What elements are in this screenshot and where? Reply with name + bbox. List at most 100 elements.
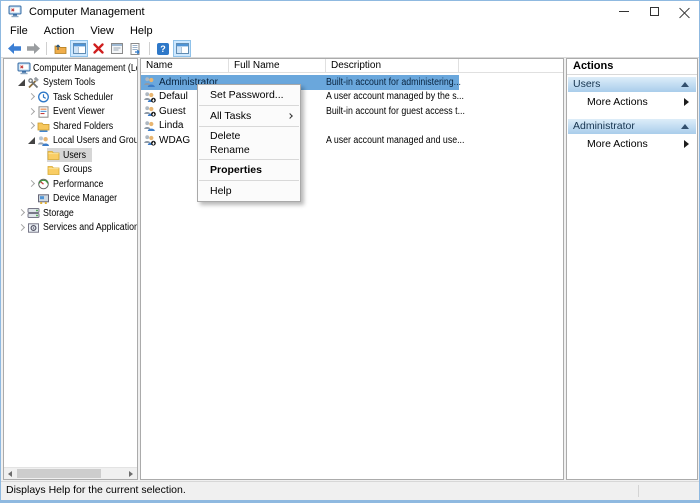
export-list-icon	[130, 43, 142, 55]
forward-arrow-button[interactable]	[24, 40, 42, 57]
tree-item-local-users-and-groups[interactable]: Local Users and Groups	[4, 134, 137, 149]
delete-button[interactable]	[89, 40, 107, 57]
tree-item-device-manager[interactable]: Device Manager	[4, 192, 137, 207]
tree-item-content[interactable]: System Tools	[27, 76, 105, 90]
column-header-full-name[interactable]: Full Name	[229, 59, 326, 72]
back-arrow-button[interactable]	[5, 40, 23, 57]
menu-item-delete[interactable]: Delete	[198, 129, 300, 143]
show-console-tree-icon	[73, 43, 86, 54]
help-button[interactable]: ?	[154, 40, 172, 57]
tree-item-content[interactable]: Services and Applications	[27, 221, 138, 235]
chevron-collapsed-icon[interactable]	[27, 121, 37, 131]
actions-section-header-users[interactable]: Users	[568, 77, 696, 92]
scroll-right-arrow-icon[interactable]	[125, 468, 137, 479]
scrollbar-thumb[interactable]	[17, 469, 101, 478]
chevron-expanded-icon[interactable]	[17, 78, 27, 88]
tree-item-content[interactable]: Task Scheduler	[37, 90, 124, 104]
tree-item-storage[interactable]: Storage	[4, 206, 137, 221]
user-icon	[143, 76, 157, 88]
close-icon	[679, 6, 690, 17]
tree-item-users[interactable]: Users	[4, 148, 137, 163]
submenu-right-arrow-icon	[684, 140, 689, 148]
main-area: Computer Management (Local System Tools Ta…	[1, 58, 699, 481]
tree-item-computer-management-local[interactable]: Computer Management (Local	[4, 61, 137, 76]
tree-item-shared-folders[interactable]: Shared Folders	[4, 119, 137, 134]
tree-item-content[interactable]: Device Manager	[37, 192, 129, 206]
tree-item-task-scheduler[interactable]: Task Scheduler	[4, 90, 137, 105]
show-action-pane-button[interactable]	[173, 40, 191, 57]
tree-item-label: Event Viewer	[53, 106, 105, 117]
show-console-tree-button[interactable]	[70, 40, 88, 57]
menu-item-help[interactable]: Help	[198, 183, 300, 199]
window-title: Computer Management	[29, 6, 145, 18]
menu-action[interactable]: Action	[42, 24, 83, 39]
toolbar: ?	[1, 40, 699, 58]
description-cell	[326, 120, 459, 131]
export-list-button[interactable]	[127, 40, 145, 57]
up-one-level-button[interactable]	[51, 40, 69, 57]
description-text: Built-in account for administering...	[326, 77, 461, 88]
chevron-collapsed-icon[interactable]	[17, 223, 27, 233]
chevron-collapsed-icon[interactable]	[17, 208, 27, 218]
folder-icon	[47, 149, 61, 162]
menu-item-rename[interactable]: Rename	[198, 143, 300, 157]
collapse-up-arrow-icon[interactable]	[681, 82, 689, 87]
chevron-collapsed-icon[interactable]	[27, 107, 37, 117]
menu-file[interactable]: File	[8, 24, 36, 39]
action-item-users-more-actions[interactable]: More Actions	[568, 92, 696, 112]
tree-item-content[interactable]: Local Users and Groups	[37, 134, 138, 148]
chevron-collapsed-icon[interactable]	[27, 92, 37, 102]
tree-item-content[interactable]: Shared Folders	[37, 119, 124, 133]
chevron-placeholder	[37, 165, 47, 175]
menu-item-properties[interactable]: Properties	[198, 162, 300, 178]
tree-item-label: Groups	[63, 164, 92, 175]
minimize-icon	[619, 11, 629, 12]
column-header-filler	[459, 59, 563, 72]
chevron-placeholder	[37, 150, 47, 160]
user-disabled-icon	[143, 134, 157, 146]
menu-item-label: Delete	[210, 130, 240, 142]
close-button[interactable]	[669, 1, 699, 22]
menu-item-label: All Tasks	[210, 110, 251, 122]
context-menu-separator	[199, 105, 299, 106]
menu-item-set-password[interactable]: Set Password...	[198, 87, 300, 103]
tree-item-performance[interactable]: Performance	[4, 177, 137, 192]
actions-section-header-administrator[interactable]: Administrator	[568, 119, 696, 134]
scroll-left-arrow-icon[interactable]	[4, 468, 16, 479]
tree-item-label: System Tools	[43, 77, 95, 88]
menu-help[interactable]: Help	[128, 24, 161, 39]
properties-button[interactable]	[108, 40, 126, 57]
user-disabled-icon	[143, 91, 157, 103]
minimize-button[interactable]	[609, 1, 639, 22]
collapse-up-arrow-icon[interactable]	[681, 124, 689, 129]
tree-item-system-tools[interactable]: System Tools	[4, 76, 137, 91]
menu-item-label: Rename	[210, 144, 250, 156]
tree-item-label: Services and Applications	[43, 222, 138, 233]
tree-horizontal-scrollbar[interactable]	[4, 467, 137, 479]
tree-item-content[interactable]: Storage	[27, 206, 81, 220]
event-viewer-icon	[37, 105, 51, 118]
tree-item-content[interactable]: Groups	[47, 163, 99, 177]
description-cell: Built-in account for guest access t...	[326, 106, 459, 117]
chevron-expanded-icon[interactable]	[27, 136, 37, 146]
description-text: A user account managed and use...	[326, 135, 464, 146]
column-header-description[interactable]: Description	[326, 59, 459, 72]
menu-item-label: Help	[210, 185, 232, 197]
tree-item-content[interactable]: Performance	[37, 177, 113, 191]
tree-item-label: Task Scheduler	[53, 92, 113, 103]
maximize-button[interactable]	[639, 1, 669, 22]
tree-selected-item[interactable]: Users	[47, 148, 92, 162]
column-header-name[interactable]: Name	[141, 59, 229, 72]
tree-item-event-viewer[interactable]: Event Viewer	[4, 105, 137, 120]
tree-item-content[interactable]: Computer Management (Local	[17, 61, 138, 75]
action-item-administrator-more-actions[interactable]: More Actions	[568, 134, 696, 154]
delete-icon	[93, 43, 104, 54]
status-bar-divider	[638, 485, 639, 497]
menu-view[interactable]: View	[88, 24, 122, 39]
tree-item-groups[interactable]: Groups	[4, 163, 137, 178]
tree-item-services-and-applications[interactable]: Services and Applications	[4, 221, 137, 236]
menu-item-all-tasks[interactable]: All Tasks	[198, 108, 300, 124]
chevron-collapsed-icon[interactable]	[27, 179, 37, 189]
description-cell: A user account managed by the s...	[326, 91, 459, 102]
tree-item-content[interactable]: Event Viewer	[37, 105, 115, 119]
